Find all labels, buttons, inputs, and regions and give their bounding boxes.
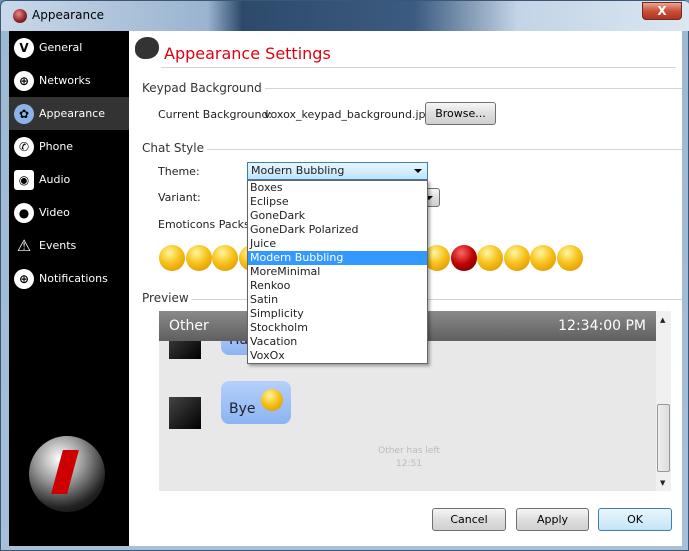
chevron-down-icon <box>414 169 422 173</box>
status-time: 12:51 <box>396 459 422 469</box>
palette-icon <box>135 37 159 59</box>
window-title: Appearance <box>32 8 105 22</box>
angel-emoticon-icon <box>159 245 185 271</box>
soldier-emoticon-icon <box>185 245 212 271</box>
sidebar-item-appearance[interactable]: ✿ Appearance <box>9 97 129 130</box>
message-text: Bye <box>229 401 256 417</box>
theme-option[interactable]: Simplicity <box>248 307 427 321</box>
theme-option[interactable]: Satin <box>248 293 427 307</box>
theme-option[interactable]: VoxOx <box>248 349 427 363</box>
theme-option[interactable]: Boxes <box>248 181 427 195</box>
cancel-button[interactable]: Cancel <box>432 508 506 531</box>
title-bar: Appearance X <box>1 1 689 31</box>
apply-button[interactable]: Apply <box>516 508 589 531</box>
emoticons-label: Emoticons Packs: <box>158 218 254 231</box>
theme-option[interactable]: Modern Bubbling <box>248 251 427 265</box>
section-chat-style: Chat Style <box>142 141 207 155</box>
window: Appearance X V General ⊕ Networks ✿ Appeara… <box>0 0 689 551</box>
sidebar-item-networks[interactable]: ⊕ Networks <box>9 64 129 97</box>
sidebar-item-label: Notifications <box>39 272 108 285</box>
warning-icon: ⚠ <box>16 235 32 255</box>
sidebar-item-phone[interactable]: ✆ Phone <box>9 130 129 163</box>
current-background-value: voxox_keypad_background.jpg <box>264 108 433 121</box>
voxox-icon: V <box>14 37 34 58</box>
close-button[interactable]: X <box>642 2 682 20</box>
sidebar-item-video[interactable]: ● Video <box>9 196 129 229</box>
browse-button[interactable]: Browse... <box>425 102 496 125</box>
wink-emoticon-icon <box>261 389 283 411</box>
theme-dropdown-list: Boxes Eclipse GoneDark GoneDark Polarized Ju… <box>247 180 428 364</box>
scroll-down-icon[interactable]: ▼ <box>660 479 665 487</box>
voxox-logo <box>29 436 105 512</box>
section-keypad-background: Keypad Background <box>142 81 265 95</box>
devil-emoticon-icon <box>450 245 477 271</box>
theme-option[interactable]: Renkoo <box>248 279 427 293</box>
section-preview: Preview <box>142 291 192 305</box>
theme-select-value: Modern Bubbling <box>251 164 345 177</box>
globe-icon: ⊕ <box>14 70 34 91</box>
theme-label: Theme: <box>158 165 200 178</box>
avatar <box>169 397 201 429</box>
settings-panel: Appearance Settings Keypad Background Cu… <box>129 31 682 546</box>
sidebar-item-events[interactable]: ⚠ Events <box>9 229 129 262</box>
variant-label: Variant: <box>158 191 201 204</box>
ok-button[interactable]: OK <box>598 508 672 531</box>
sidebar-item-general[interactable]: V General <box>9 31 129 64</box>
scrollbar-thumb[interactable] <box>657 404 670 472</box>
status-message: Other has left 12:51 <box>309 445 509 471</box>
sidebar: V General ⊕ Networks ✿ Appearance ✆ Phone ◉ A… <box>9 31 129 546</box>
sidebar-item-label: Events <box>39 239 77 252</box>
sidebar-item-label: Networks <box>39 74 91 87</box>
scroll-up-icon[interactable]: ▲ <box>660 316 665 324</box>
contact-name: Other <box>169 318 209 334</box>
page-title: Appearance Settings <box>164 44 331 63</box>
app-icon <box>13 9 27 23</box>
current-background-label: Current Background: <box>158 108 273 121</box>
scrollbar[interactable]: ▲ ▼ <box>656 311 671 491</box>
tongue-emoticon-icon <box>530 245 556 271</box>
divider <box>142 149 682 150</box>
sidebar-item-audio[interactable]: ◉ Audio <box>9 163 129 196</box>
theme-option[interactable]: Vacation <box>248 335 427 349</box>
hungry-emoticon-icon <box>503 245 530 271</box>
divider <box>161 67 676 68</box>
message-bubble: Bye <box>221 381 291 424</box>
status-text: Other has left <box>378 446 440 456</box>
theme-option[interactable]: Stockholm <box>248 321 427 335</box>
sidebar-item-label: Phone <box>39 140 74 153</box>
theme-option[interactable]: Eclipse <box>248 195 427 209</box>
theme-option[interactable]: GoneDark <box>248 209 427 223</box>
palette-icon: ✿ <box>14 103 34 124</box>
sidebar-item-label: Appearance <box>39 107 106 120</box>
theme-select[interactable]: Modern Bubbling <box>247 162 428 180</box>
globe-icon: ⊕ <box>14 268 34 289</box>
sidebar-item-label: Audio <box>39 173 71 186</box>
webcam-icon: ● <box>14 202 34 223</box>
speaker-icon: ◉ <box>14 169 34 190</box>
confused-emoticon-icon <box>477 245 503 271</box>
theme-option[interactable]: GoneDark Polarized <box>248 223 427 237</box>
message-time: 12:34:00 PM <box>558 318 646 334</box>
sidebar-item-notifications[interactable]: ⊕ Notifications <box>9 262 129 295</box>
sidebar-item-label: Video <box>39 206 70 219</box>
beer-emoticon-icon <box>212 245 238 271</box>
kiss-emoticon-icon <box>556 245 583 271</box>
phone-icon: ✆ <box>14 136 34 157</box>
sidebar-item-label: General <box>39 41 83 54</box>
theme-option[interactable]: Juice <box>248 237 427 251</box>
theme-option[interactable]: MoreMinimal <box>248 265 427 279</box>
